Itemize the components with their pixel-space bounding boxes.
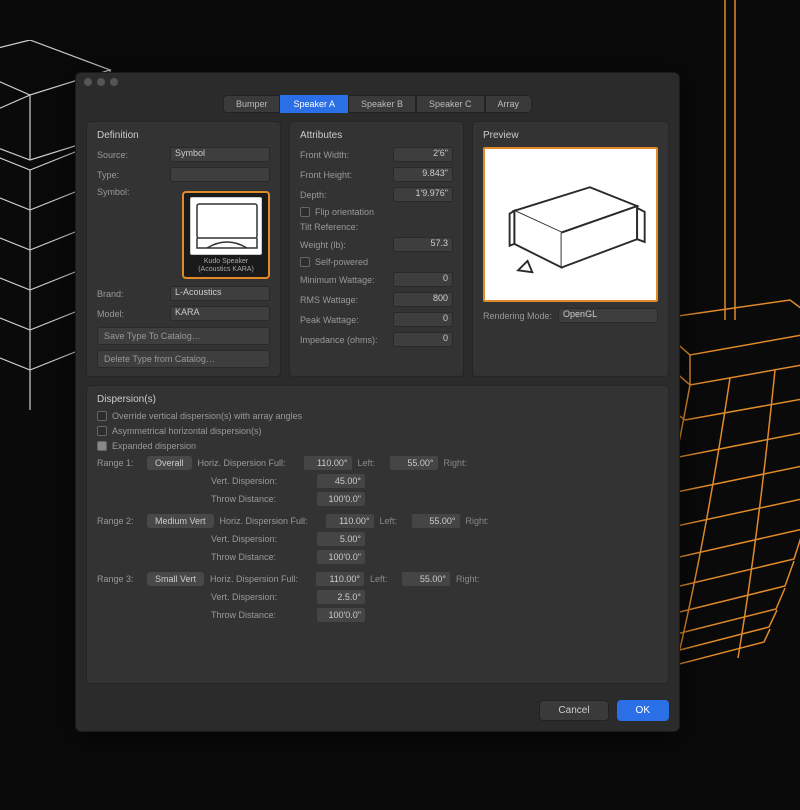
front-width-field[interactable]: 2'6" [393, 147, 453, 162]
throw-dist-label: Throw Distance: [211, 552, 311, 562]
range-2-label: Range 2: [97, 516, 141, 526]
brand-label: Brand: [97, 289, 124, 299]
left-label: Left: [380, 516, 406, 526]
min-wattage-field[interactable]: 0 [393, 272, 453, 287]
right-label: Right: [456, 574, 482, 584]
front-height-label: Front Height: [300, 170, 352, 180]
expanded-dispersion-checkbox[interactable]: Expanded dispersion [97, 441, 658, 451]
speaker-config-dialog: Bumper Speaker A Speaker B Speaker C Arr… [75, 72, 680, 732]
tilt-ref-label: Tilt Reference: [300, 222, 358, 232]
depth-field[interactable]: 1'9.976" [393, 187, 453, 202]
source-select[interactable]: Symbol [170, 147, 270, 162]
symbol-caption: Kudo Speaker (Acoustics KARA) [198, 258, 254, 273]
definition-title: Definition [97, 130, 270, 141]
flip-orientation-checkbox[interactable]: Flip orientation [300, 207, 453, 217]
rms-wattage-label: RMS Wattage: [300, 295, 358, 305]
symbol-label: Symbol: [97, 187, 130, 197]
range-3-label: Range 3: [97, 574, 141, 584]
right-label: Right: [466, 516, 492, 526]
depth-label: Depth: [300, 190, 327, 200]
left-field[interactable]: 55.00° [412, 514, 460, 528]
vert-disp-field[interactable]: 45.00° [317, 474, 365, 488]
throw-dist-label: Throw Distance: [211, 610, 311, 620]
rendering-mode-select[interactable]: OpenGL [558, 308, 658, 323]
tab-bumper[interactable]: Bumper [223, 95, 281, 113]
vert-disp-field[interactable]: 2.5.0° [317, 590, 365, 604]
range-1-name[interactable]: Overall [147, 456, 192, 470]
ok-button[interactable]: OK [617, 700, 669, 721]
self-powered-checkbox[interactable]: Self-powered [300, 257, 453, 267]
left-label: Left: [358, 458, 384, 468]
horiz-disp-field[interactable]: 110.00° [304, 456, 352, 470]
right-label: Right: [444, 458, 470, 468]
speaker-3d-icon [486, 155, 656, 295]
left-label: Left: [370, 574, 396, 584]
tabs-row: Bumper Speaker A Speaker B Speaker C Arr… [76, 91, 679, 121]
definition-panel: Definition Source: Symbol Type: Symbol: [86, 121, 281, 377]
preview-canvas [483, 147, 658, 302]
throw-dist-field[interactable]: 100'0.0" [317, 550, 365, 564]
asymmetrical-checkbox[interactable]: Asymmetrical horizontal dispersion(s) [97, 426, 658, 436]
range-1-label: Range 1: [97, 458, 141, 468]
symbol-thumbnail[interactable]: Kudo Speaker (Acoustics KARA) [182, 191, 270, 279]
vert-disp-label: Vert. Dispersion: [211, 534, 311, 544]
model-label: Model: [97, 309, 124, 319]
tab-speaker-b[interactable]: Speaker B [348, 95, 416, 113]
throw-dist-label: Throw Distance: [211, 494, 311, 504]
delete-type-button[interactable]: Delete Type from Catalog… [97, 350, 270, 368]
front-height-field[interactable]: 9.843" [393, 167, 453, 182]
brand-field[interactable]: L-Acoustics [170, 286, 270, 301]
min-wattage-label: Minimum Wattage: [300, 275, 375, 285]
horiz-disp-label: Horiz. Dispersion Full: [198, 458, 298, 468]
dispersion-title: Dispersion(s) [97, 394, 658, 405]
close-icon[interactable] [84, 78, 92, 86]
weight-label: Weight (lb): [300, 240, 346, 250]
vert-disp-label: Vert. Dispersion: [211, 476, 311, 486]
horiz-disp-field[interactable]: 110.00° [316, 572, 364, 586]
type-select[interactable] [170, 167, 270, 182]
minimize-icon[interactable] [97, 78, 105, 86]
window-titlebar [76, 73, 679, 91]
weight-field[interactable]: 57.3 [393, 237, 453, 252]
tab-speaker-a[interactable]: Speaker A [280, 95, 348, 113]
left-field[interactable]: 55.00° [390, 456, 438, 470]
dialog-footer: Cancel OK [76, 694, 679, 731]
rms-wattage-field[interactable]: 800 [393, 292, 453, 307]
horiz-disp-field[interactable]: 110.00° [326, 514, 374, 528]
tab-speaker-c[interactable]: Speaker C [416, 95, 485, 113]
range-2-name[interactable]: Medium Vert [147, 514, 214, 528]
cancel-button[interactable]: Cancel [539, 700, 608, 721]
throw-dist-field[interactable]: 100'0.0" [317, 492, 365, 506]
horiz-disp-label: Horiz. Dispersion Full: [220, 516, 320, 526]
impedance-field[interactable]: 0 [393, 332, 453, 347]
impedance-label: Impedance (ohms): [300, 335, 378, 345]
throw-dist-field[interactable]: 100'0.0" [317, 608, 365, 622]
tab-array[interactable]: Array [485, 95, 533, 113]
source-label: Source: [97, 150, 128, 160]
preview-title: Preview [483, 130, 658, 141]
vert-disp-label: Vert. Dispersion: [211, 592, 311, 602]
attributes-panel: Attributes Front Width: 2'6" Front Heigh… [289, 121, 464, 377]
vert-disp-field[interactable]: 5.00° [317, 532, 365, 546]
override-vertical-checkbox[interactable]: Override vertical dispersion(s) with arr… [97, 411, 658, 421]
attributes-title: Attributes [300, 130, 453, 141]
front-width-label: Front Width: [300, 150, 349, 160]
horiz-disp-label: Horiz. Dispersion Full: [210, 574, 310, 584]
peak-wattage-field[interactable]: 0 [393, 312, 453, 327]
save-type-button[interactable]: Save Type To Catalog… [97, 327, 270, 345]
maximize-icon[interactable] [110, 78, 118, 86]
model-field[interactable]: KARA [170, 306, 270, 321]
type-label: Type: [97, 170, 119, 180]
symbol-preview-icon [190, 197, 262, 255]
rendering-mode-label: Rendering Mode: [483, 311, 552, 321]
range-3-name[interactable]: Small Vert [147, 572, 204, 586]
peak-wattage-label: Peak Wattage: [300, 315, 359, 325]
left-field[interactable]: 55.00° [402, 572, 450, 586]
preview-panel: Preview [472, 121, 669, 377]
dispersion-panel: Dispersion(s) Override vertical dispersi… [86, 385, 669, 684]
